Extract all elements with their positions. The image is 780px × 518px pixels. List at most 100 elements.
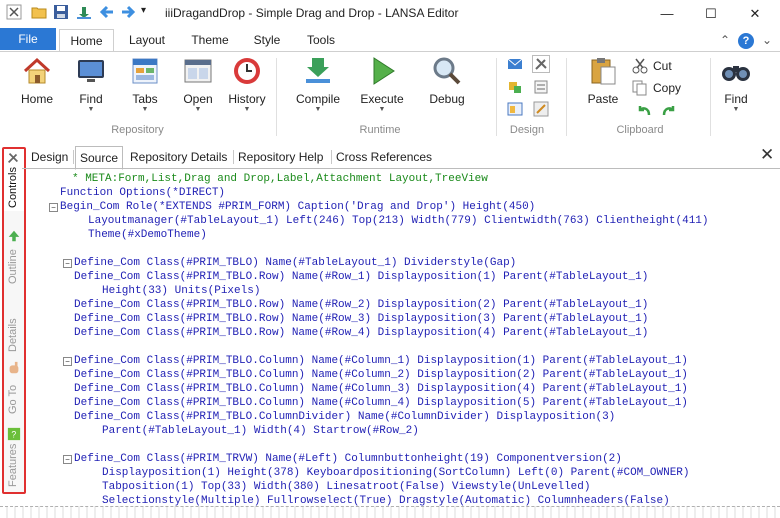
debug-label: Debug bbox=[429, 92, 465, 106]
home-label: Home bbox=[20, 92, 53, 106]
open-button[interactable]: Open ▼ bbox=[175, 55, 221, 115]
binoculars-icon bbox=[722, 66, 750, 81]
design-layout-icon[interactable] bbox=[507, 101, 523, 117]
side-tab-goto[interactable]: Go To bbox=[4, 361, 24, 421]
side-tab-features[interactable]: ? Features bbox=[4, 427, 24, 489]
side-tab-controls-label: Controls bbox=[7, 167, 19, 209]
find-button[interactable]: Find ▼ bbox=[68, 55, 114, 115]
maximize-button[interactable]: ☐ bbox=[694, 0, 728, 28]
doc-tab-repository-details[interactable]: Repository Details bbox=[130, 146, 227, 168]
ribbon-separator bbox=[276, 58, 277, 136]
paste-clipboard-icon bbox=[591, 58, 616, 85]
find-label: Find bbox=[79, 92, 103, 106]
forward-arrow-icon[interactable] bbox=[120, 4, 136, 20]
doc-tab-design[interactable]: Design bbox=[31, 146, 68, 168]
tabs-button[interactable]: Tabs ▼ bbox=[122, 55, 168, 115]
fold-toggle-icon[interactable]: − bbox=[63, 259, 72, 268]
tab-theme[interactable]: Theme bbox=[184, 29, 236, 51]
execute-play-icon bbox=[373, 57, 395, 85]
code-line: Define_Com Class(#PRIM_TBLO.ColumnDivide… bbox=[74, 411, 616, 423]
fold-toggle-icon[interactable]: − bbox=[49, 203, 58, 212]
undo-icon[interactable] bbox=[637, 102, 653, 118]
design-edit-icon[interactable] bbox=[533, 101, 549, 117]
find-big-button[interactable]: Find ▼ bbox=[714, 55, 758, 115]
doc-tab-source[interactable]: Source bbox=[75, 146, 124, 170]
fold-toggle-icon[interactable]: − bbox=[63, 357, 72, 366]
ribbon-separator bbox=[566, 58, 567, 136]
ribbon-tab-bar bbox=[0, 28, 780, 52]
code-line: Define_Com Class(#PRIM_TBLO.Row) Name(#R… bbox=[74, 327, 649, 339]
code-line: Tabposition(1) Top(33) Width(380) Linesa… bbox=[102, 481, 591, 493]
file-menu-button[interactable]: File bbox=[0, 28, 56, 50]
code-line: Displayposition(1) Height(378) Keyboardp… bbox=[102, 467, 690, 479]
code-line: Define_Com Class(#PRIM_TBLO.Row) Name(#R… bbox=[74, 271, 649, 283]
code-line: Begin_Com Role(*EXTENDS #PRIM_FORM) Capt… bbox=[60, 201, 536, 213]
cut-scissors-icon[interactable] bbox=[632, 58, 648, 74]
ribbon-separator bbox=[496, 58, 497, 136]
svg-text:?: ? bbox=[11, 430, 16, 440]
save-icon[interactable] bbox=[53, 4, 69, 20]
code-line: Function Options(*DIRECT) bbox=[60, 187, 226, 199]
compile-label: Compile bbox=[295, 92, 340, 106]
back-arrow-icon[interactable] bbox=[99, 4, 115, 20]
side-tab-outline[interactable]: Outline bbox=[4, 229, 24, 291]
design-mail-icon[interactable] bbox=[507, 56, 523, 72]
repository-group-label: Repository bbox=[111, 124, 164, 136]
torn-edge bbox=[0, 506, 780, 518]
side-tab-controls[interactable]: Controls bbox=[4, 149, 24, 211]
fold-toggle-icon[interactable]: − bbox=[63, 455, 72, 464]
tab-style[interactable]: Style bbox=[245, 29, 289, 51]
design-settings-icon[interactable] bbox=[533, 79, 549, 95]
close-button[interactable]: ✕ bbox=[738, 0, 772, 28]
history-label: History bbox=[228, 92, 266, 106]
compile-dropdown-icon: ▼ bbox=[314, 106, 322, 113]
tabs-icon bbox=[132, 58, 158, 84]
outline-arrow-icon bbox=[8, 230, 20, 242]
doc-tab-cross-references[interactable]: Cross References bbox=[336, 146, 432, 168]
code-line: Define_Com Class(#PRIM_TBLO.Column) Name… bbox=[74, 383, 688, 395]
copy-button[interactable]: Copy bbox=[653, 81, 681, 95]
debug-button[interactable]: Debug bbox=[424, 55, 470, 115]
open-folder-icon[interactable] bbox=[31, 4, 47, 20]
help-icon[interactable]: ? bbox=[738, 33, 754, 49]
history-button[interactable]: History ▼ bbox=[224, 55, 270, 115]
cut-button[interactable]: Cut bbox=[653, 59, 672, 73]
tabs-dropdown-icon: ▼ bbox=[141, 106, 149, 113]
download-icon[interactable] bbox=[76, 4, 92, 20]
tab-home[interactable]: Home bbox=[59, 29, 114, 53]
window-title: iiiDragandDrop - Simple Drag and Drop - … bbox=[165, 6, 459, 20]
side-tab-features-label: Features bbox=[7, 443, 19, 487]
execute-button[interactable]: Execute ▼ bbox=[357, 55, 407, 115]
tab-separator bbox=[73, 150, 74, 164]
options-chevron-icon[interactable]: ⌄ bbox=[760, 29, 774, 51]
side-tab-details-label: Details bbox=[7, 318, 19, 352]
paste-label: Paste bbox=[587, 92, 619, 106]
side-tab-details[interactable]: Details bbox=[4, 299, 24, 359]
execute-dropdown-icon: ▼ bbox=[378, 106, 386, 113]
lansa-logo-icon[interactable] bbox=[6, 4, 22, 20]
close-document-icon[interactable]: ✕ bbox=[760, 145, 774, 165]
paste-button[interactable]: Paste bbox=[581, 55, 625, 115]
design-puzzle-icon[interactable] bbox=[507, 79, 523, 95]
side-tab-goto-label: Go To bbox=[7, 384, 19, 414]
compile-button[interactable]: Compile ▼ bbox=[291, 55, 345, 115]
source-code-editor[interactable]: * META:Form,List,Drag and Drop,Label,Att… bbox=[22, 170, 778, 506]
code-line: Selectionstyle(Multiple) Fullrowselect(T… bbox=[102, 495, 670, 506]
minimize-button[interactable]: — bbox=[650, 0, 684, 28]
quick-access-more-icon[interactable]: ▾ bbox=[141, 5, 146, 23]
collapse-ribbon-icon[interactable]: ⌃ bbox=[718, 29, 732, 51]
tab-layout[interactable]: Layout bbox=[121, 29, 173, 51]
ribbon-separator bbox=[710, 58, 711, 136]
debug-magnifier-icon bbox=[433, 57, 461, 85]
side-tab-outline-label: Outline bbox=[7, 249, 19, 285]
redo-icon[interactable] bbox=[660, 102, 676, 118]
doc-tab-repository-help[interactable]: Repository Help bbox=[238, 146, 323, 168]
code-line: Layoutmanager(#TableLayout_1) Left(246) … bbox=[88, 215, 709, 227]
history-clock-icon bbox=[234, 58, 260, 84]
home-button[interactable]: Home bbox=[14, 55, 60, 115]
code-line: Define_Com Class(#PRIM_TBLO) Name(#Table… bbox=[74, 257, 517, 269]
copy-icon[interactable] bbox=[632, 80, 648, 96]
design-tools-icon[interactable] bbox=[532, 55, 550, 73]
title-bar: ▾ iiiDragandDrop - Simple Drag and Drop … bbox=[0, 0, 780, 29]
tab-tools[interactable]: Tools bbox=[298, 29, 344, 51]
